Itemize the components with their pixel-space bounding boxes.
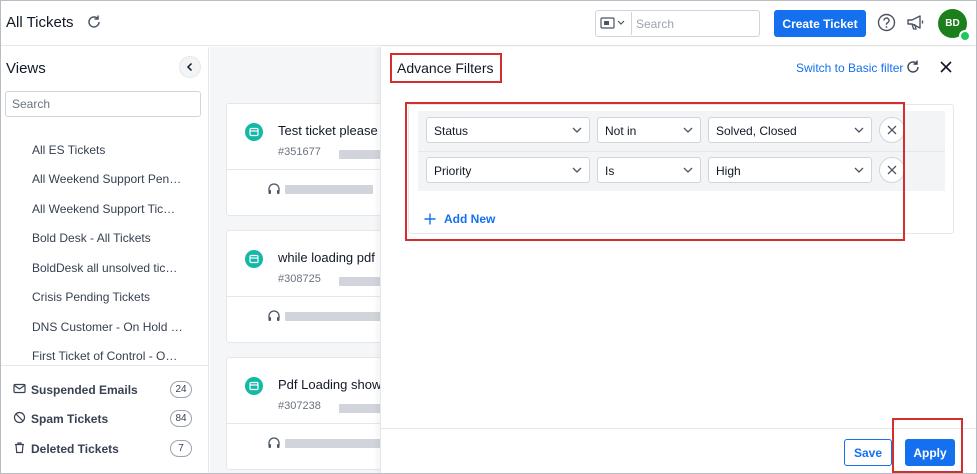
trash-icon [15,442,24,454]
mail-icon [13,383,26,394]
app-window: All Tickets Create Ticket [0,0,977,474]
sidebar-item-label: Suspended Emails [31,383,138,397]
block-icon [13,411,26,424]
views-title: Views [6,60,46,77]
ticket-id: #351677 [278,146,321,158]
help-icon[interactable] [877,13,896,32]
redacted-text [339,150,385,159]
view-item[interactable]: BoldDesk all unsolved tic… [32,261,177,275]
reset-icon[interactable] [905,59,921,75]
headset-icon [268,437,280,448]
close-icon[interactable] [939,60,953,74]
global-search [595,10,760,37]
view-item[interactable]: All ES Tickets [32,143,105,157]
collapse-sidebar-button[interactable] [179,56,201,78]
highlight-box [405,102,905,241]
sidebar-item-spam-tickets[interactable]: Spam Tickets 84 [13,409,198,429]
card-divider [227,169,385,170]
redacted-text [339,404,385,413]
views-sidebar: Views All ES Tickets All Weekend Support… [1,47,209,473]
ticket-card[interactable]: while loading pdf #308725 [226,230,386,343]
top-bar: All Tickets Create Ticket [1,1,976,46]
advance-filter-panel: Advance Filters Switch to Basic filter S… [380,47,976,473]
card-divider [227,423,385,424]
ticket-id: #307238 [278,400,321,412]
redacted-text [285,185,373,194]
ticket-type-icon [600,17,625,29]
ticket-title[interactable]: Test ticket please [278,123,378,138]
sidebar-divider [1,365,208,366]
sidebar-item-label: Spam Tickets [31,412,109,426]
sidebar-item-deleted-tickets[interactable]: Deleted Tickets 7 [13,439,198,459]
ticket-card[interactable]: Test ticket please #351677 [226,103,386,216]
view-item[interactable]: Bold Desk - All Tickets [32,231,151,245]
chevron-left-icon [186,62,193,72]
view-item[interactable]: All Weekend Support Pen… [32,172,181,186]
ticket-icon [245,123,263,141]
online-status-icon [959,30,971,42]
highlight-box [390,53,502,83]
headset-icon [268,310,280,321]
card-divider [227,296,385,297]
count-badge: 84 [170,410,192,427]
count-badge: 7 [170,440,192,457]
sidebar-item-label: Deleted Tickets [31,442,119,456]
sidebar-item-suspended-emails[interactable]: Suspended Emails 24 [13,380,198,400]
ticket-id: #308725 [278,273,321,285]
redacted-text [339,277,385,286]
ticket-icon [245,377,263,395]
search-input[interactable] [636,14,754,33]
ticket-title[interactable]: while loading pdf [278,250,375,265]
ticket-list: Test ticket please #351677 while loading… [210,47,386,473]
views-search-input[interactable] [5,91,201,117]
page-title: All Tickets [6,14,74,31]
ticket-card[interactable]: Pdf Loading show #307238 [226,357,386,470]
view-item[interactable]: All Weekend Support Tic… [32,202,175,216]
save-button[interactable]: Save [844,439,892,466]
view-item[interactable]: Crisis Pending Tickets [32,290,150,304]
create-ticket-button[interactable]: Create Ticket [774,10,866,37]
search-type-dropdown[interactable] [597,12,632,35]
highlight-box [892,418,963,473]
count-badge: 24 [170,381,192,398]
refresh-icon[interactable] [85,13,103,31]
view-item[interactable]: First Ticket of Control - O… [32,349,177,363]
ticket-title[interactable]: Pdf Loading show [278,377,381,392]
announcement-icon[interactable] [906,13,926,32]
switch-basic-filter-link[interactable]: Switch to Basic filter [796,61,903,75]
ticket-icon [245,250,263,268]
headset-icon [268,183,280,194]
redacted-text [285,312,385,321]
redacted-text [285,439,385,448]
view-item[interactable]: DNS Customer - On Hold … [32,320,183,334]
panel-footer: Save Apply [381,428,976,473]
